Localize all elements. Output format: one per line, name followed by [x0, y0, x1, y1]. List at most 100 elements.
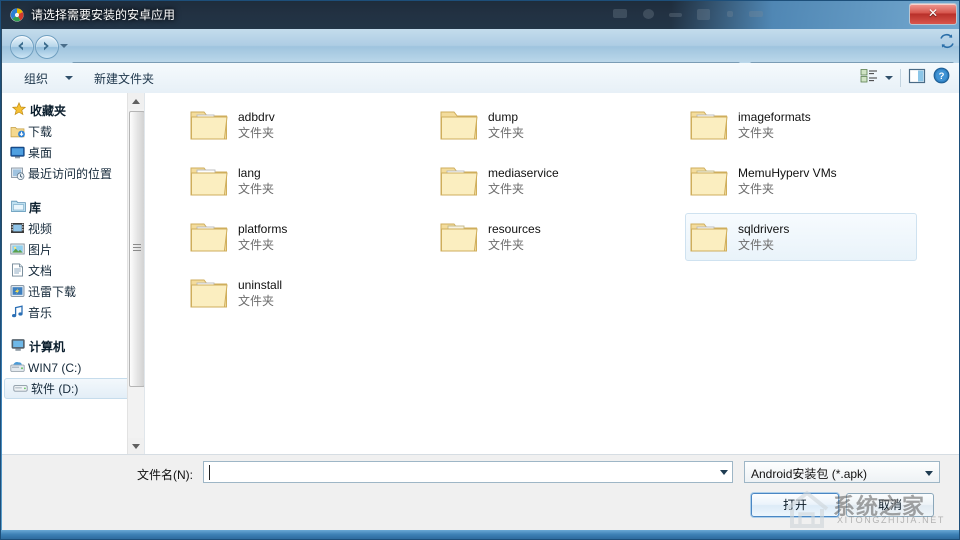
folder-icon: [190, 220, 228, 254]
file-type: 文件夹: [238, 181, 274, 197]
file-type: 文件夹: [488, 181, 559, 197]
sidebar-item-label: 视频: [28, 220, 52, 237]
recent-places-icon: [10, 166, 26, 182]
file-item-sqldrivers[interactable]: sqldrivers 文件夹: [685, 213, 917, 261]
sidebar-item-label: 最近访问的位置: [28, 165, 112, 182]
file-open-dialog: 请选择需要安装的安卓应用 ✕: [0, 0, 960, 540]
view-options-icon[interactable]: [860, 68, 878, 89]
sidebar-group-label: 计算机: [29, 338, 65, 355]
history-dropdown-button[interactable]: [60, 44, 68, 48]
file-name: sqldrivers: [738, 221, 789, 237]
sidebar-item-label: 下载: [28, 123, 52, 140]
videos-icon: [10, 221, 26, 237]
sidebar-item-desktop[interactable]: 桌面: [2, 142, 144, 163]
organize-chevron-down-icon[interactable]: [65, 76, 73, 80]
file-grid: adbdrv 文件夹 dump 文件夹: [185, 101, 960, 325]
file-type-filter-value: Android安装包 (*.apk): [751, 465, 867, 482]
scroll-up-icon[interactable]: [128, 93, 144, 109]
window-title: 请选择需要安装的安卓应用: [31, 6, 175, 23]
dialog-content: 收藏夹 下载: [2, 93, 960, 454]
sidebar-item-downloads[interactable]: 下载: [2, 121, 144, 142]
sidebar-item-label: 文档: [28, 262, 52, 279]
file-item-imageformats[interactable]: imageformats 文件夹: [685, 101, 917, 149]
filename-chevron-down-icon[interactable]: [720, 470, 728, 475]
file-name: imageformats: [738, 109, 811, 125]
filename-label: 文件名(N):: [137, 466, 193, 483]
preview-pane-icon[interactable]: [908, 68, 926, 89]
sidebar-item-music[interactable]: 音乐: [2, 302, 144, 323]
sidebar-item-label: 图片: [28, 241, 52, 258]
file-item-resources[interactable]: resources 文件夹: [435, 213, 667, 261]
favorites-star-icon: [12, 102, 28, 118]
filter-chevron-down-icon[interactable]: [925, 471, 933, 476]
file-item-mediaservice[interactable]: mediaservice 文件夹: [435, 157, 667, 205]
sidebar-item-thunder-download[interactable]: 迅雷下载: [2, 281, 144, 302]
sidebar-item-pictures[interactable]: 图片: [2, 239, 144, 260]
folder-icon: [190, 276, 228, 310]
file-type: 文件夹: [488, 125, 524, 141]
file-type-filter[interactable]: Android安装包 (*.apk): [744, 461, 940, 483]
file-item-memuhyperv-vms[interactable]: MemuHyperv VMs 文件夹: [685, 157, 917, 205]
sidebar-group-computer[interactable]: 计算机: [2, 335, 144, 357]
file-type: 文件夹: [738, 125, 811, 141]
sidebar-item-label: 桌面: [28, 144, 52, 161]
inactive-window-buttons-ghost: [613, 9, 813, 21]
sidebar-item-videos[interactable]: 视频: [2, 218, 144, 239]
file-item-platforms[interactable]: platforms 文件夹: [185, 213, 417, 261]
refresh-icon[interactable]: [938, 32, 956, 50]
filename-input[interactable]: [203, 461, 733, 483]
view-chevron-down-icon[interactable]: [885, 76, 893, 80]
file-name: lang: [238, 165, 274, 181]
sidebar-spacer: [2, 184, 144, 196]
sidebar-item-win7-c[interactable]: WIN7 (C:): [2, 357, 144, 378]
cancel-button[interactable]: 取消: [846, 493, 934, 517]
close-button[interactable]: ✕: [909, 3, 957, 25]
folder-icon: [190, 164, 228, 198]
toolbar-right-group: ?: [860, 67, 950, 89]
file-name: MemuHyperv VMs: [738, 165, 837, 181]
new-folder-button[interactable]: 新建文件夹: [94, 70, 154, 87]
pictures-icon: [10, 242, 26, 258]
help-icon[interactable]: ?: [933, 67, 950, 89]
navigation-pane: 收藏夹 下载: [2, 93, 145, 454]
sidebar-item-label: 迅雷下载: [28, 283, 76, 300]
sidebar-group-label: 收藏夹: [30, 102, 66, 119]
sidebar-item-recent-places[interactable]: 最近访问的位置: [2, 163, 144, 184]
scroll-down-icon[interactable]: [128, 438, 144, 454]
organize-button[interactable]: 组织: [24, 70, 48, 87]
file-name: mediaservice: [488, 165, 559, 181]
sidebar-spacer: [2, 323, 144, 335]
file-item-adbdrv[interactable]: adbdrv 文件夹: [185, 101, 417, 149]
file-type: 文件夹: [738, 237, 789, 253]
sidebar-group-favorites[interactable]: 收藏夹: [2, 99, 144, 121]
file-type: 文件夹: [488, 237, 541, 253]
sidebar-scrollbar-thumb[interactable]: [129, 111, 145, 387]
sidebar-group-libraries[interactable]: 库: [2, 196, 144, 218]
back-button[interactable]: [10, 35, 34, 59]
folder-icon: [440, 220, 478, 254]
sidebar-item-label: 音乐: [28, 304, 52, 321]
sidebar-scrollbar[interactable]: [127, 93, 144, 454]
folder-icon: [690, 164, 728, 198]
file-name: uninstall: [238, 277, 282, 293]
file-item-dump[interactable]: dump 文件夹: [435, 101, 667, 149]
file-name: resources: [488, 221, 541, 237]
file-item-uninstall[interactable]: uninstall 文件夹: [185, 269, 417, 317]
scrollbar-grip-icon: [133, 244, 141, 251]
file-list[interactable]: adbdrv 文件夹 dump 文件夹: [145, 93, 960, 454]
file-name: platforms: [238, 221, 287, 237]
folder-icon: [690, 220, 728, 254]
app-color-wheel-icon: [9, 7, 25, 23]
folder-icon: [440, 108, 478, 142]
file-name: dump: [488, 109, 524, 125]
forward-button[interactable]: [35, 35, 59, 59]
file-item-lang[interactable]: lang 文件夹: [185, 157, 417, 205]
navigation-bar: ▶ 计算机 ▶ 软件 (D:) ▶ Program Files ▶ Microv…: [2, 29, 960, 63]
sidebar-item-software-d[interactable]: 软件 (D:): [4, 378, 140, 399]
command-toolbar: 组织 新建文件夹: [2, 63, 960, 94]
sidebar-item-label: 软件 (D:): [31, 380, 78, 397]
sidebar-item-documents[interactable]: 文档: [2, 260, 144, 281]
open-button[interactable]: 打开: [751, 493, 839, 517]
libraries-icon: [11, 199, 27, 215]
computer-icon: [11, 338, 27, 354]
